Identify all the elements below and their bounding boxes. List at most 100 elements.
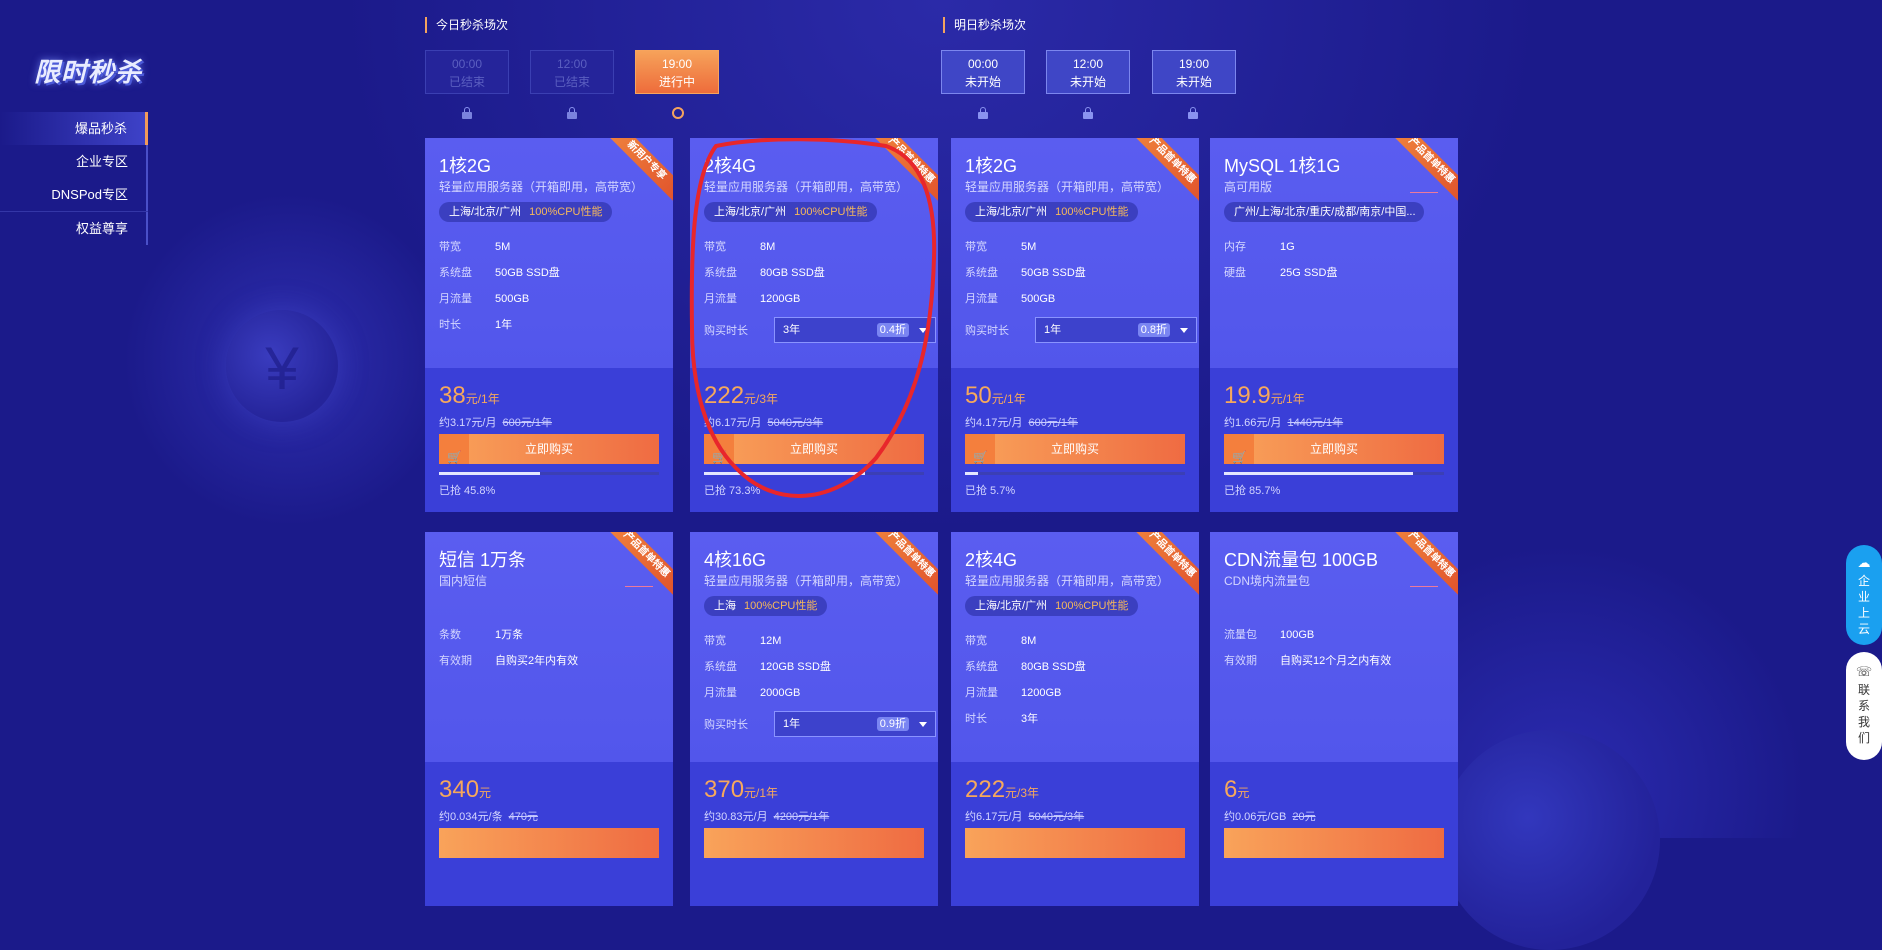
slot-tomorrow-1900[interactable]: 19:00 未开始 <box>1152 50 1236 94</box>
buy-now-button[interactable] <box>1224 828 1444 858</box>
enterprise-cloud-button[interactable]: ☁ 企业上云 <box>1846 545 1882 645</box>
subtitle-underline <box>1410 192 1438 193</box>
spec-key: 流量包 <box>1224 629 1257 641</box>
buy-now-button[interactable] <box>439 828 659 858</box>
sidenav-item-enterprise[interactable]: 企业专区 <box>0 145 148 178</box>
buy-now-button[interactable]: 🛒 立即购买 <box>1224 434 1444 464</box>
lock-icon <box>977 107 989 119</box>
spec-key: 时长 <box>965 713 987 725</box>
sold-percent: 已抢 73.3% <box>704 485 761 497</box>
caret-down-icon <box>919 328 927 333</box>
price-unit: 元/3年 <box>1005 786 1040 800</box>
spec-value: 8M <box>760 241 776 253</box>
region: 广州/上海/北京/重庆/成都/南京/中国... <box>1234 206 1416 218</box>
sidenav-item-hot-sale[interactable]: 爆品秒杀 <box>0 112 148 145</box>
spec-key: 带宽 <box>704 635 726 647</box>
slot-status: 已结束 <box>448 75 485 89</box>
card-title: 2核4G <box>704 156 757 176</box>
slot-time: 00:00 <box>967 57 999 71</box>
price-value: 6 <box>1224 776 1238 803</box>
contact-us-button[interactable]: ☏ 联系我们 <box>1846 652 1882 760</box>
duration-value: 1年 <box>1044 324 1062 336</box>
slot-time: 19:00 <box>1178 57 1210 71</box>
buy-now-button[interactable] <box>704 828 924 858</box>
region: 上海 <box>714 600 736 612</box>
slot-today-0000[interactable]: 00:00 已结束 <box>425 50 509 94</box>
buy-now-button[interactable]: 🛒 立即购买 <box>965 434 1185 464</box>
card-subtitle: 轻量应用服务器（开箱即用，高带宽） <box>965 180 1170 194</box>
price: 222元/3年 <box>965 776 1039 804</box>
buy-label: 立即购买 <box>1309 442 1358 456</box>
buy-label: 立即购买 <box>524 442 573 456</box>
slot-time: 12:00 <box>1072 57 1104 71</box>
sold-progress-fill <box>439 472 540 475</box>
spec-key: 系统盘 <box>704 661 737 673</box>
sidenav-item-dnspod[interactable]: DNSPod专区 <box>0 178 148 211</box>
side-nav: 爆品秒杀 企业专区 DNSPod专区 权益尊享 <box>0 112 148 245</box>
per-price: 约0.034元/条 <box>439 811 503 823</box>
spec-value: 500GB <box>495 293 530 305</box>
product-card: 产品首单特惠 2核4G 轻量应用服务器（开箱即用，高带宽） 上海/北京/广州 10… <box>690 138 938 512</box>
duration-select[interactable]: 1年 0.8折 <box>1035 317 1197 343</box>
cpu-tag: 100%CPU性能 <box>1055 206 1129 218</box>
price: 6元 <box>1224 776 1249 804</box>
spec-key: 月流量 <box>965 687 998 699</box>
product-card: 产品首单特惠 短信 1万条 国内短信 条数 1万条 有效期 自购买2年内有效 340… <box>425 532 673 906</box>
sold-percent: 已抢 45.8% <box>439 485 496 497</box>
spec-value: 5M <box>1021 241 1037 253</box>
buy-now-button[interactable]: 🛒 立即购买 <box>439 434 659 464</box>
duration-value: 1年 <box>783 718 801 730</box>
per-month: 约6.17元/月 5040元/3年 <box>965 808 1084 824</box>
price-value: 19.9 <box>1224 382 1271 409</box>
enterprise-label: 企业上云 <box>1857 574 1870 636</box>
slot-tomorrow-0000[interactable]: 00:00 未开始 <box>941 50 1025 94</box>
original-price: 600元/1年 <box>502 417 552 429</box>
price-unit: 元/1年 <box>991 392 1026 406</box>
flash-sale-logo: 限时秒杀 <box>34 57 143 87</box>
headset-icon: ☏ <box>1855 664 1873 679</box>
slot-today-1900[interactable]: 19:00 进行中 <box>635 50 719 94</box>
spec-value: 120GB SSD盘 <box>760 661 831 673</box>
product-card: 产品首单特惠 4核16G 轻量应用服务器（开箱即用，高带宽） 上海 100%CPU… <box>690 532 938 906</box>
card-title: 4核16G <box>704 550 767 570</box>
ribbon-badge: 产品首单特惠 <box>865 532 938 601</box>
sidenav-item-benefits[interactable]: 权益尊享 <box>0 212 148 245</box>
caret-down-icon <box>919 722 927 727</box>
duration-value: 3年 <box>783 324 801 336</box>
per-month: 约1.66元/月 1440元/1年 <box>1224 414 1343 430</box>
spec-value: 3年 <box>1021 713 1039 725</box>
duration-select[interactable]: 3年 0.4折 <box>774 317 936 343</box>
region-tag: 广州/上海/北京/重庆/成都/南京/中国... <box>1224 202 1424 222</box>
contact-label: 联系我们 <box>1857 683 1870 745</box>
duration-select[interactable]: 1年 0.9折 <box>774 711 936 737</box>
slot-today-1200[interactable]: 12:00 已结束 <box>530 50 614 94</box>
spec-key: 月流量 <box>439 293 472 305</box>
discount-badge: 0.9折 <box>876 717 909 731</box>
buy-now-button[interactable]: 🛒 立即购买 <box>704 434 924 464</box>
spec-key: 带宽 <box>704 241 726 253</box>
slot-status: 未开始 <box>1069 75 1106 89</box>
subtitle-underline <box>625 586 653 587</box>
spec-value: 2000GB <box>760 687 801 699</box>
per-month: 约3.17元/月 600元/1年 <box>439 414 552 430</box>
price-unit: 元/3年 <box>744 392 779 406</box>
region: 上海/北京/广州 <box>714 206 787 218</box>
cloud-icon: ☁ <box>1857 555 1871 570</box>
lock-icon <box>1187 107 1199 119</box>
spec-value: 1200GB <box>760 293 801 305</box>
buy-label: 立即购买 <box>789 442 838 456</box>
spec-list: 内存 1G 硬盘 25G SSD盘 <box>1224 234 1337 286</box>
price-unit: 元/1年 <box>744 786 779 800</box>
per-price: 约6.17元/月 <box>704 417 762 429</box>
per-price: 约6.17元/月 <box>965 811 1023 823</box>
spec-key: 月流量 <box>704 687 737 699</box>
slot-tomorrow-1200[interactable]: 12:00 未开始 <box>1046 50 1130 94</box>
buy-now-button[interactable] <box>965 828 1185 858</box>
price-value: 370 <box>704 776 745 803</box>
spec-key: 内存 <box>1224 241 1246 253</box>
spec-list: 条数 1万条 有效期 自购买2年内有效 <box>439 622 578 674</box>
product-card: 产品首单特惠 2核4G 轻量应用服务器（开箱即用，高带宽） 上海/北京/广州 10… <box>951 532 1199 906</box>
spec-value: 自购买2年内有效 <box>495 655 579 667</box>
spec-list: 带宽 8M 系统盘 80GB SSD盘 月流量 1200GB <box>704 234 825 312</box>
card-title: 1核2G <box>965 156 1018 176</box>
